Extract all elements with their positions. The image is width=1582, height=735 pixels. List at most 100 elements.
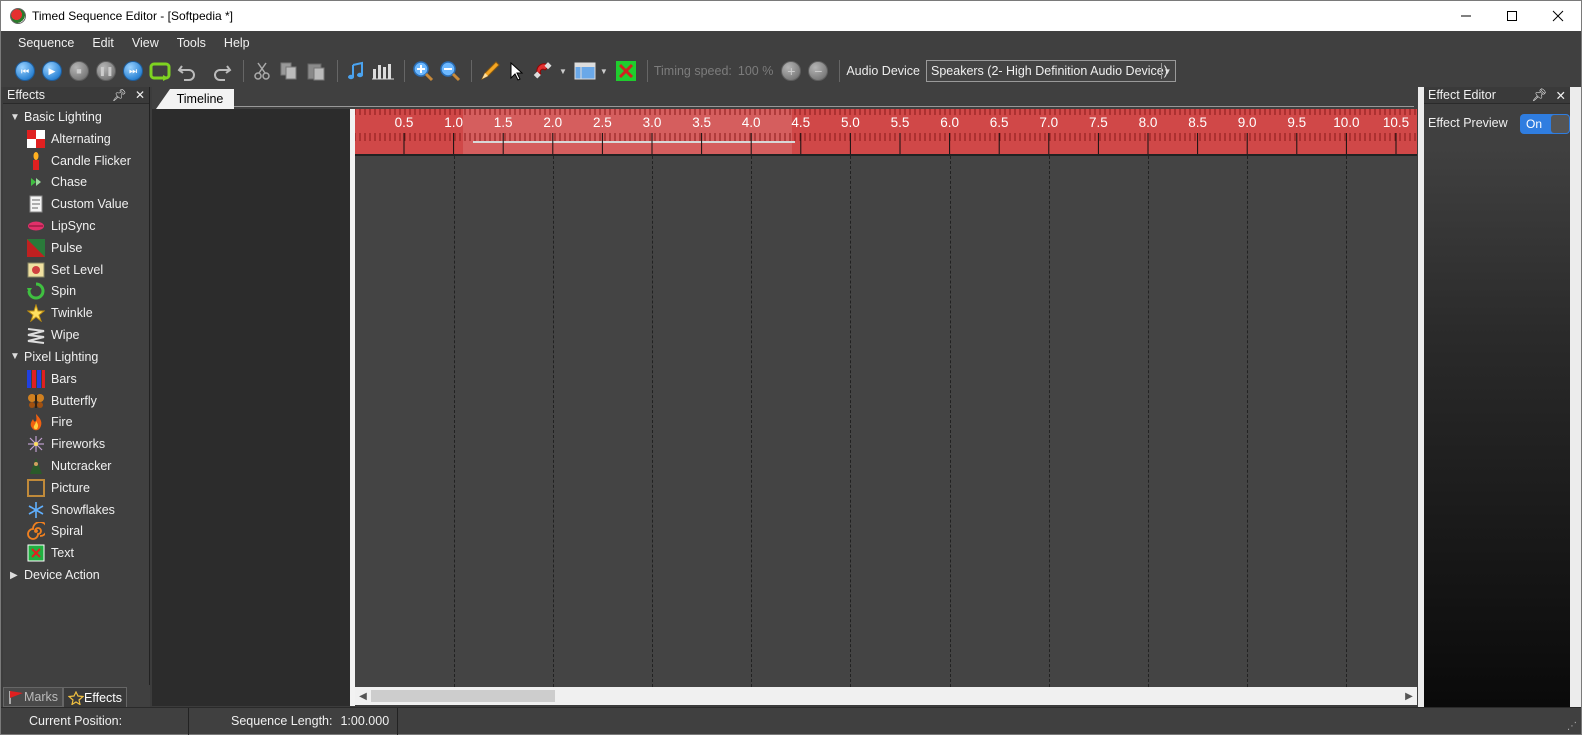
sequence-length-label: Sequence Length: <box>231 714 333 728</box>
effect-alternating[interactable]: Alternating <box>3 128 149 150</box>
tab-effects[interactable]: Effects <box>63 687 128 707</box>
tree-group-pixel-lighting[interactable]: ▼ Pixel Lighting <box>3 346 149 368</box>
close-panel-icon[interactable]: ✕ <box>135 88 145 102</box>
editor-vscrollbar[interactable] <box>1570 87 1581 707</box>
speed-decrease-button[interactable]: − <box>806 59 830 83</box>
audio-button[interactable] <box>344 59 368 83</box>
view-dropdown-arrow-icon[interactable]: ▼ <box>600 67 608 76</box>
clear-effects-button[interactable] <box>614 59 638 83</box>
copy-button[interactable] <box>277 59 301 83</box>
chevron-down-icon[interactable]: ▼ <box>1161 63 1173 79</box>
select-button[interactable] <box>505 59 529 83</box>
draw-button[interactable] <box>478 59 502 83</box>
effect-pulse[interactable]: Pulse <box>3 237 149 259</box>
tree-group-device-action[interactable]: ▶ Device Action <box>3 564 149 586</box>
expand-down-icon[interactable]: ▼ <box>10 112 24 123</box>
play-button[interactable]: ▶ <box>40 59 64 83</box>
audio-device-select[interactable]: Speakers (2- High Definition Audio Devic… <box>926 60 1176 82</box>
scroll-right-icon[interactable]: ▶ <box>1401 687 1417 705</box>
expand-down-icon[interactable]: ▼ <box>10 351 24 362</box>
ruler-label: 10.0 <box>1333 115 1360 130</box>
resize-grip-icon[interactable]: ⋰ <box>1567 721 1577 732</box>
minimize-button[interactable] <box>1443 1 1489 31</box>
cut-button[interactable] <box>250 59 274 83</box>
menu-sequence[interactable]: Sequence <box>9 31 83 55</box>
view-options-button[interactable] <box>573 59 597 83</box>
effect-snowflakes[interactable]: Snowflakes <box>3 499 149 521</box>
close-icon <box>1552 10 1564 22</box>
timeline-ruler[interactable]: 0.5 1.0 1.5 2.0 2.5 3.0 3.5 4.0 4.5 5.0 5.5 6.0 6.5 7… <box>355 109 1417 156</box>
skip-start-button[interactable]: ⏮ <box>13 59 37 83</box>
effect-spin[interactable]: Spin <box>3 281 149 303</box>
maximize-icon <box>1507 11 1517 21</box>
tree-group-basic-lighting[interactable]: ▼ Basic Lighting <box>3 106 149 128</box>
maximize-button[interactable] <box>1489 1 1535 31</box>
stop-button[interactable]: ■ <box>67 59 91 83</box>
close-button[interactable] <box>1535 1 1581 31</box>
effect-lipsync[interactable]: LipSync <box>3 215 149 237</box>
effect-preview-toggle[interactable]: On <box>1520 114 1570 134</box>
menu-view[interactable]: View <box>123 31 168 55</box>
wipe-icon <box>27 328 45 345</box>
speed-increase-button[interactable]: + <box>779 59 803 83</box>
tab-marks[interactable]: Marks <box>3 687 64 707</box>
flag-icon <box>9 691 23 704</box>
pin-icon[interactable]: 📌︎ <box>112 88 127 102</box>
menu-tools[interactable]: Tools <box>168 31 215 55</box>
paste-button[interactable] <box>304 59 328 83</box>
snap-button[interactable] <box>532 59 556 83</box>
redo-button[interactable] <box>210 59 234 83</box>
cursor-arrow-icon <box>510 61 524 81</box>
skip-end-button[interactable]: ⏭ <box>121 59 145 83</box>
pin-icon[interactable]: 📌︎ <box>1532 88 1548 103</box>
toolbar-separator <box>471 60 472 82</box>
text-effect-icon <box>27 544 45 562</box>
effects-tree: ▼ Basic Lighting Alternating Candle Flic… <box>3 104 149 586</box>
zoom-in-button[interactable] <box>411 59 435 83</box>
ruler-label: 4.0 <box>741 115 761 130</box>
effect-picture[interactable]: Picture <box>3 477 149 499</box>
scroll-thumb[interactable] <box>371 690 555 702</box>
effect-twinkle[interactable]: Twinkle <box>3 302 149 324</box>
effect-fire[interactable]: Fire <box>3 412 149 434</box>
effect-nutcracker[interactable]: Nutcracker <box>3 455 149 477</box>
effect-text[interactable]: Text <box>3 542 149 564</box>
effect-custom-value[interactable]: Custom Value <box>3 193 149 215</box>
effect-butterfly[interactable]: Butterfly <box>3 390 149 412</box>
tree-item-label: Alternating <box>51 131 111 146</box>
tree-item-label: LipSync <box>51 219 96 234</box>
effect-fireworks[interactable]: Fireworks <box>3 433 149 455</box>
expand-right-icon[interactable]: ▶ <box>10 570 24 581</box>
ruler-label: 3.0 <box>642 115 662 130</box>
tab-timeline[interactable]: Timeline <box>156 89 234 109</box>
bars-icon <box>372 64 394 80</box>
tree-item-label: Picture <box>51 480 90 495</box>
ruler-label: 1.0 <box>444 115 463 130</box>
effects-panel-header: Effects 📌︎ ✕ <box>3 87 149 104</box>
undo-button[interactable] <box>175 59 199 83</box>
pause-button[interactable]: ❚❚ <box>94 59 118 83</box>
effect-bars[interactable]: Bars <box>3 368 149 390</box>
sequence-length-cell: Sequence Length: 1:00.000 <box>189 707 398 735</box>
tree-group-label: Basic Lighting <box>24 110 102 124</box>
grid-second-line <box>751 156 753 687</box>
timeline-grid[interactable] <box>355 156 1417 687</box>
zoom-out-button[interactable] <box>438 59 462 83</box>
timing-speed-value: 100 % <box>737 64 774 78</box>
effect-spiral[interactable]: Spiral <box>3 521 149 543</box>
close-panel-icon[interactable]: ✕ <box>1556 88 1566 103</box>
stop-icon: ■ <box>69 61 89 81</box>
menu-help[interactable]: Help <box>215 31 259 55</box>
effect-chase[interactable]: Chase <box>3 172 149 194</box>
snap-dropdown-arrow-icon[interactable]: ▼ <box>559 67 567 76</box>
timeline-hscrollbar[interactable]: ◀ ▶ <box>355 687 1417 705</box>
star-outline-icon <box>68 690 85 705</box>
menu-edit[interactable]: Edit <box>83 31 123 55</box>
effect-wipe[interactable]: Wipe <box>3 324 149 346</box>
effect-set-level[interactable]: Set Level <box>3 259 149 281</box>
effect-candle-flicker[interactable]: Candle Flicker <box>3 150 149 172</box>
loop-button[interactable] <box>148 59 172 83</box>
beat-marks-button[interactable] <box>371 59 395 83</box>
scroll-left-icon[interactable]: ◀ <box>355 687 371 705</box>
element-tree-area[interactable] <box>152 109 350 706</box>
